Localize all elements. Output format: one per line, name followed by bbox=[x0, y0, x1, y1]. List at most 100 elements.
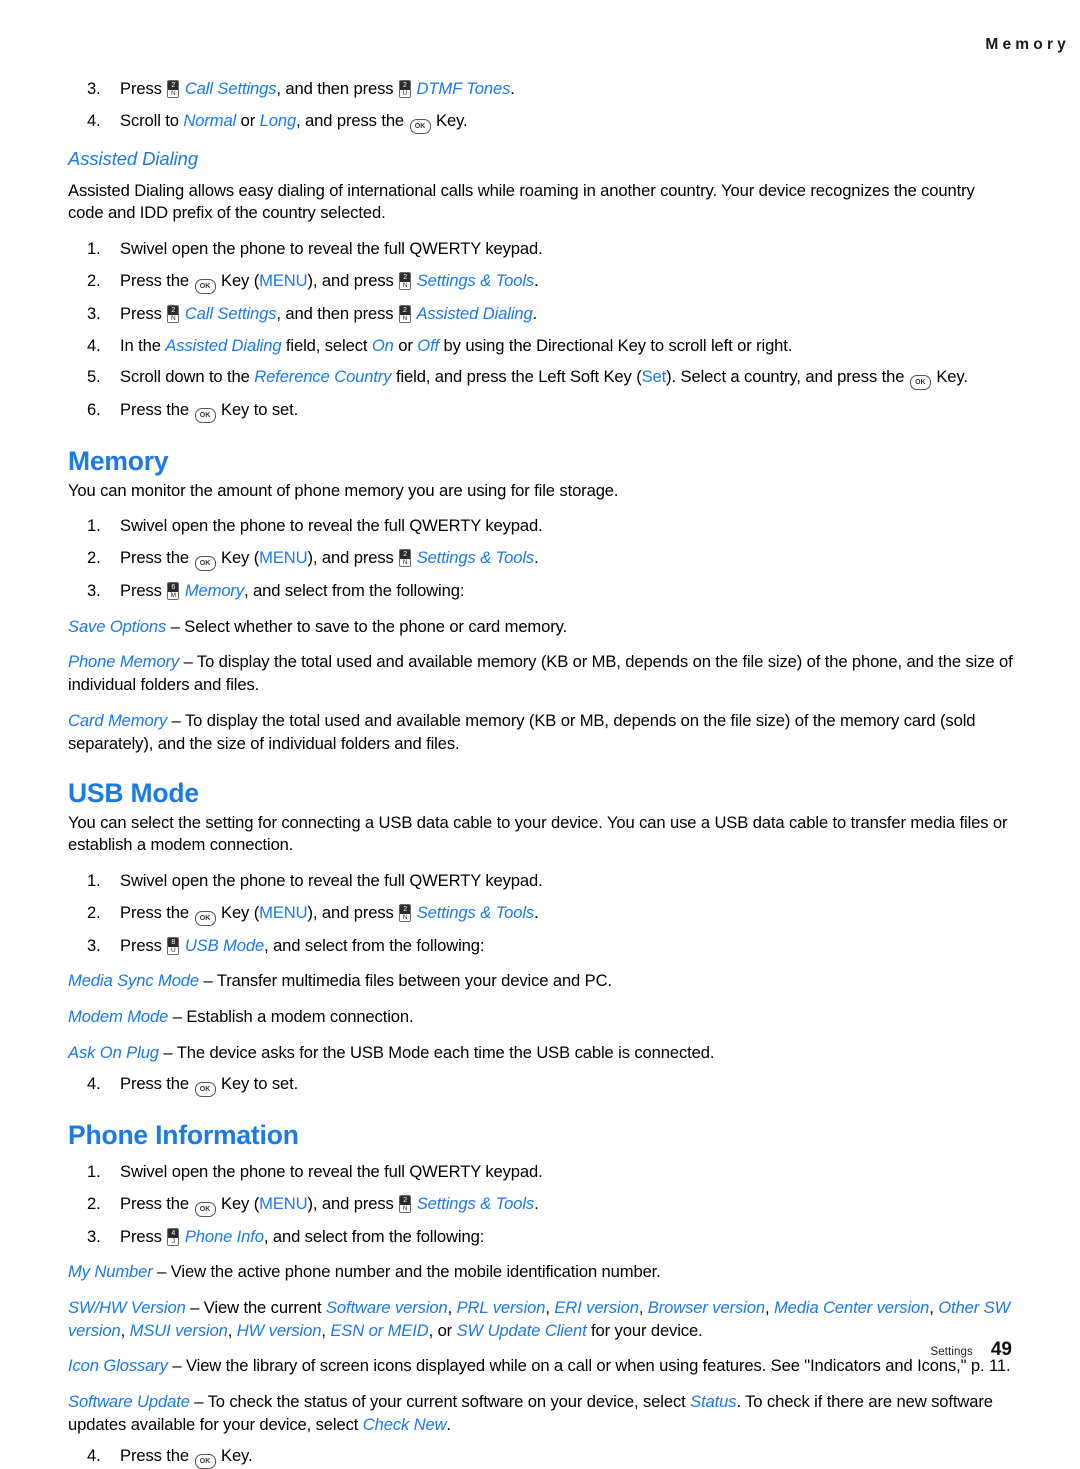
option-modem-mode: Modem Mode – Establish a modem connectio… bbox=[68, 1006, 1014, 1029]
link-browser-version[interactable]: Browser version bbox=[648, 1298, 765, 1317]
option-term[interactable]: Card Memory bbox=[68, 711, 167, 730]
option-term[interactable]: Software Update bbox=[68, 1392, 190, 1411]
key-digit: 4 bbox=[168, 1228, 179, 1238]
menu-link-settings-tools[interactable]: Settings & Tools bbox=[417, 903, 535, 922]
keypad-key-icon: 6M bbox=[167, 581, 180, 600]
option-dash: – bbox=[158, 1042, 177, 1062]
list-item: 2. Press the OK Key (MENU), and press 2N … bbox=[87, 902, 1014, 926]
list-item: 4. In the Assisted Dialing field, select … bbox=[87, 335, 1014, 358]
link-status[interactable]: Status bbox=[690, 1392, 736, 1411]
document-page: Memory 3. Press 2N Call Settings, and the… bbox=[0, 0, 1080, 1469]
option-desc: Establish a modem connection. bbox=[186, 1007, 414, 1027]
keypad-key-icon: 2N bbox=[399, 271, 412, 290]
softkey-link-set[interactable]: Set bbox=[642, 367, 667, 386]
option-link-long[interactable]: Long bbox=[260, 111, 297, 130]
option-software-update: Software Update – To check the status of… bbox=[68, 1391, 1014, 1436]
field-link-assisted-dialing[interactable]: Assisted Dialing bbox=[165, 336, 281, 355]
menu-link-menu[interactable]: MENU bbox=[259, 903, 308, 922]
option-link-normal[interactable]: Normal bbox=[183, 111, 236, 130]
step-text: Swivel open the phone to reveal the full… bbox=[120, 871, 543, 890]
key-digit: 2 bbox=[400, 272, 411, 282]
option-card-memory: Card Memory – To display the total used … bbox=[68, 710, 1014, 755]
menu-link-usb-mode[interactable]: USB Mode bbox=[185, 936, 264, 955]
ok-key-icon: OK bbox=[194, 555, 216, 571]
option-desc: To check the status of your current soft… bbox=[207, 1392, 691, 1412]
list-item: 6. Press the OK Key to set. bbox=[87, 399, 1014, 424]
key-letter: N bbox=[400, 281, 411, 289]
link-software-version[interactable]: Software version bbox=[326, 1298, 448, 1317]
subsection-heading-assisted-dialing: Assisted Dialing bbox=[68, 147, 199, 169]
key-letter: U bbox=[168, 946, 179, 954]
link-esn-or-meid[interactable]: ESN or MEID bbox=[330, 1321, 428, 1340]
option-term[interactable]: SW/HW Version bbox=[68, 1298, 186, 1317]
menu-link-memory[interactable]: Memory bbox=[185, 581, 244, 600]
option-dash: – bbox=[199, 971, 217, 991]
menu-link-settings-tools[interactable]: Settings & Tools bbox=[417, 271, 535, 290]
option-dash: – bbox=[189, 1392, 208, 1412]
menu-link-assisted-dialing[interactable]: Assisted Dialing bbox=[416, 304, 532, 323]
step-number: 1. bbox=[87, 516, 101, 536]
option-term[interactable]: Phone Memory bbox=[68, 652, 179, 671]
menu-link-phone-info[interactable]: Phone Info bbox=[185, 1227, 264, 1246]
option-term[interactable]: Media Sync Mode bbox=[68, 971, 199, 990]
option-desc: Transfer multimedia files between your d… bbox=[216, 971, 612, 991]
step-text: Press bbox=[120, 935, 167, 955]
list-item: 3. Press 4J Phone Info, and select from t… bbox=[87, 1226, 1014, 1249]
option-link-on[interactable]: On bbox=[372, 336, 394, 355]
key-digit: 2 bbox=[400, 1195, 411, 1205]
link-msui-version[interactable]: MSUI version bbox=[130, 1321, 228, 1340]
step-text: Key. bbox=[431, 110, 468, 130]
list-item: 1. Swivel open the phone to reveal the fu… bbox=[87, 870, 1014, 893]
option-term[interactable]: Save Options bbox=[68, 617, 166, 636]
step-text: ), and press bbox=[307, 547, 399, 567]
key-digit: 8 bbox=[168, 937, 179, 947]
link-hw-version[interactable]: HW version bbox=[237, 1321, 322, 1340]
link-check-new[interactable]: Check New bbox=[363, 1415, 447, 1434]
step-text: ), and press bbox=[307, 1193, 399, 1213]
option-dash: – bbox=[167, 1356, 186, 1376]
step-text: Press the bbox=[120, 1445, 194, 1465]
running-header: Memory bbox=[985, 36, 1070, 53]
link-sw-update-client[interactable]: SW Update Client bbox=[457, 1321, 587, 1340]
option-ask-on-plug: Ask On Plug – The device asks for the US… bbox=[68, 1042, 1014, 1065]
step-text: . bbox=[534, 547, 539, 567]
link-media-center-version[interactable]: Media Center version bbox=[774, 1298, 929, 1317]
option-link-off[interactable]: Off bbox=[417, 336, 439, 355]
menu-link-call-settings[interactable]: Call Settings bbox=[185, 304, 277, 323]
assisted-dialing-steps: 1. Swivel open the phone to reveal the fu… bbox=[68, 238, 1014, 424]
list-item: 2. Press the OK Key (MENU), and press 2N … bbox=[87, 1193, 1014, 1217]
ok-key-icon: OK bbox=[194, 408, 216, 424]
menu-link-settings-tools[interactable]: Settings & Tools bbox=[417, 1194, 535, 1213]
link-eri-version[interactable]: ERI version bbox=[554, 1298, 639, 1317]
link-prl-version[interactable]: PRL version bbox=[457, 1298, 546, 1317]
step-text: Press bbox=[120, 580, 167, 600]
step-text: field, and press the Left Soft Key ( bbox=[391, 367, 642, 387]
option-term[interactable]: Ask On Plug bbox=[68, 1043, 159, 1062]
step-number: 6. bbox=[87, 400, 101, 420]
menu-link-menu[interactable]: MENU bbox=[259, 548, 308, 567]
step-text: Key. bbox=[216, 1445, 253, 1465]
option-dash: – bbox=[185, 1298, 204, 1318]
step-text: or bbox=[236, 110, 260, 130]
step-text: , and press the bbox=[296, 110, 409, 130]
key-digit: 2 bbox=[399, 305, 410, 315]
step-number: 3. bbox=[87, 580, 101, 600]
keypad-key-icon: 2N bbox=[167, 304, 180, 323]
step-text: Key ( bbox=[216, 547, 260, 567]
field-link-reference-country[interactable]: Reference Country bbox=[254, 367, 391, 386]
list-item: 4. Press the OK Key. bbox=[87, 1445, 1014, 1469]
option-term[interactable]: Icon Glossary bbox=[68, 1356, 168, 1375]
menu-link-menu[interactable]: MENU bbox=[259, 1194, 308, 1213]
step-number: 3. bbox=[87, 79, 101, 98]
menu-link-settings-tools[interactable]: Settings & Tools bbox=[417, 548, 535, 567]
option-term[interactable]: My Number bbox=[68, 1262, 153, 1281]
list-item: 3. Press 2N Call Settings, and then press… bbox=[87, 78, 1014, 101]
option-term[interactable]: Modem Mode bbox=[68, 1007, 168, 1026]
step-number: 4. bbox=[87, 1445, 101, 1465]
key-digit: 2 bbox=[400, 549, 411, 559]
menu-link-dtmf-tones[interactable]: DTMF Tones bbox=[416, 79, 510, 98]
menu-link-call-settings[interactable]: Call Settings bbox=[185, 79, 277, 98]
menu-link-menu[interactable]: MENU bbox=[259, 271, 308, 290]
list-item: 1. Swivel open the phone to reveal the fu… bbox=[87, 515, 1014, 538]
keypad-key-icon: 2N bbox=[399, 1194, 412, 1213]
